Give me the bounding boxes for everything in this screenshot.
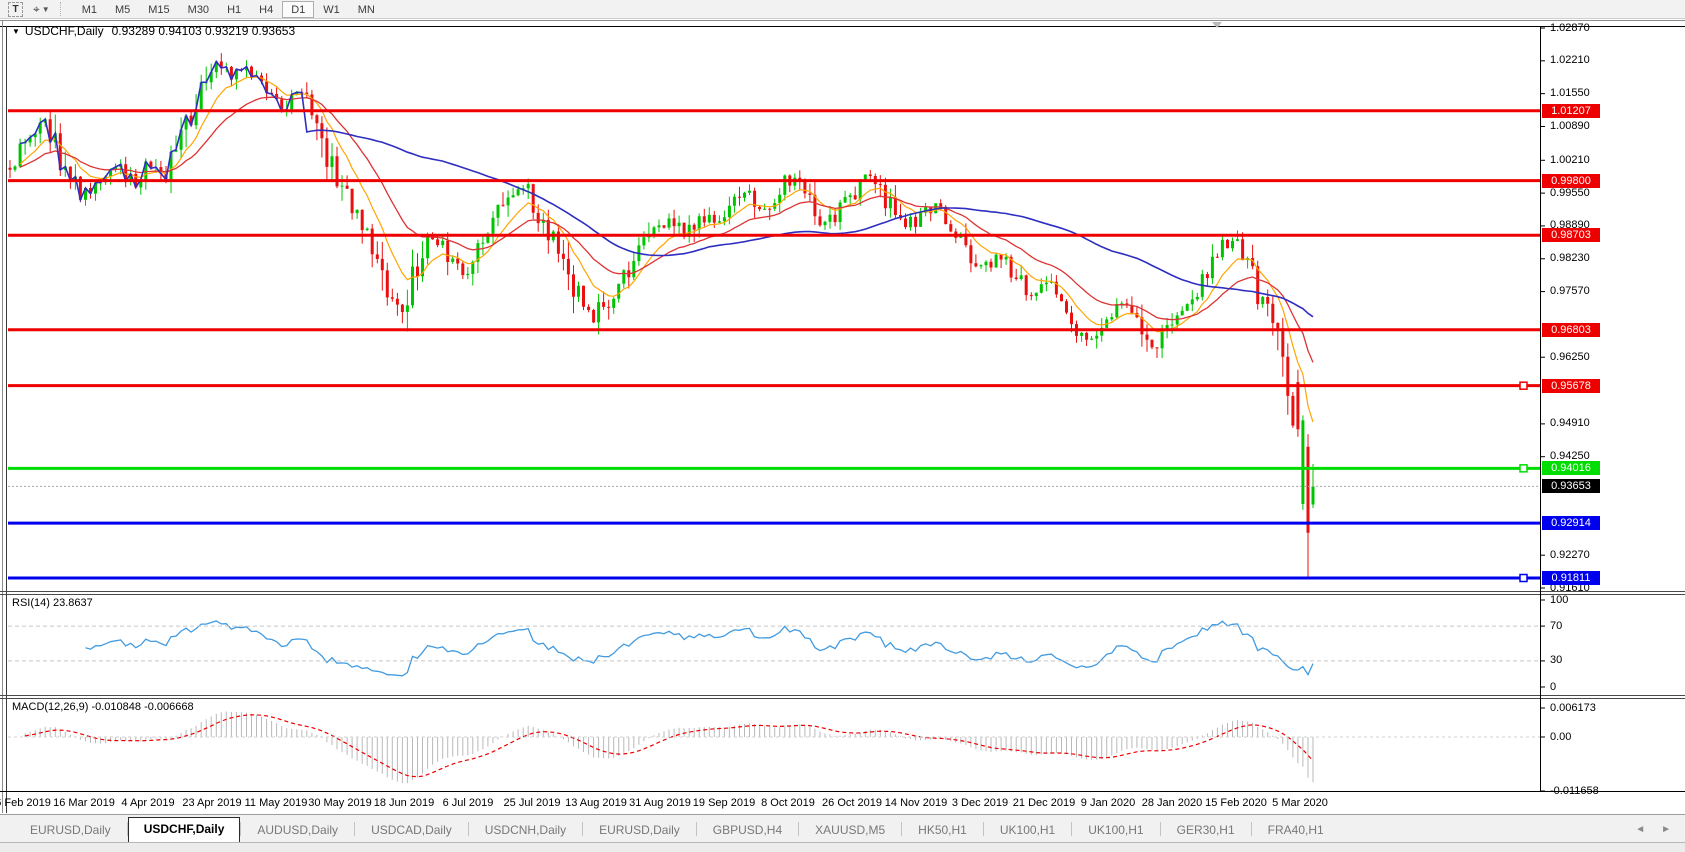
ma-fast-line — [20, 77, 1313, 422]
price-tick: 0.94910 — [1550, 417, 1640, 430]
date-label: 11 May 2019 — [245, 797, 308, 809]
price-tick: 1.00890 — [1550, 120, 1640, 133]
price-tick: 0.97570 — [1550, 285, 1640, 298]
date-label: 14 Nov 2019 — [885, 797, 947, 809]
rsi-label: RSI(14) 23.8637 — [12, 597, 93, 609]
date-label: 4 Apr 2019 — [121, 797, 174, 809]
date-label: 15 Feb 2020 — [1205, 797, 1267, 809]
date-label: 23 Apr 2019 — [182, 797, 241, 809]
date-label: 3 Dec 2019 — [952, 797, 1008, 809]
chart-shift-marker-icon[interactable] — [1212, 22, 1222, 28]
date-label: 31 Aug 2019 — [629, 797, 691, 809]
date-label: 19 Sep 2019 — [693, 797, 755, 809]
date-label: 21 Dec 2019 — [1013, 797, 1075, 809]
date-label: 13 Aug 2019 — [565, 797, 627, 809]
date-label: 6 Jul 2019 — [443, 797, 494, 809]
candles-up-wicks — [15, 60, 1313, 510]
rsi-line — [86, 621, 1314, 676]
rsi-pane — [86, 621, 1314, 676]
price-line-badge: 0.95678 — [1542, 379, 1600, 393]
price-line-badge: 0.98703 — [1542, 228, 1600, 242]
price-line-badge: 0.92914 — [1542, 516, 1600, 530]
price-line-badge: 1.01207 — [1542, 104, 1600, 118]
price-tick: 0.98230 — [1550, 252, 1640, 265]
candles-up — [14, 62, 1315, 505]
terminal-window: T ⌖ ▼ M1M5M15M30H1H4D1W1MN ▼USDCHF,Daily… — [0, 0, 1685, 852]
price-line-badge: 0.94016 — [1542, 461, 1600, 475]
rsi-tick: 30 — [1550, 654, 1640, 667]
price-tick: 0.96250 — [1550, 351, 1640, 364]
chart-symbol: USDCHF,Daily — [25, 24, 104, 38]
date-label: 5 Mar 2020 — [1272, 797, 1328, 809]
macd-pane — [25, 712, 1313, 784]
candles-down — [9, 62, 1310, 533]
macd-tick: -0.011658 — [1550, 785, 1640, 798]
macd-label: MACD(12,26,9) -0.010848 -0.006668 — [12, 701, 194, 713]
rsi-tick: 70 — [1550, 620, 1640, 633]
price-tick: 0.92270 — [1550, 549, 1640, 562]
chart-plot-area[interactable] — [0, 0, 1685, 852]
ma-slow-line — [20, 62, 1313, 317]
price-tick: 0.99550 — [1550, 187, 1640, 200]
date-label: 16 Mar 2019 — [53, 797, 115, 809]
date-label: 18 Jun 2019 — [374, 797, 435, 809]
date-label: 9 Jan 2020 — [1081, 797, 1135, 809]
candles-down-wicks — [10, 53, 1308, 578]
price-line-badge: 0.99800 — [1542, 174, 1600, 188]
chart-ohlc: 0.93289 0.94103 0.93219 0.93653 — [112, 24, 296, 38]
main-pane — [9, 53, 1315, 578]
macd-signal-line — [25, 715, 1313, 777]
chart-dropdown-icon[interactable]: ▼ — [12, 27, 20, 36]
price-tick: 1.02210 — [1550, 54, 1640, 67]
rsi-tick: 0 — [1550, 681, 1640, 694]
date-label: 8 Oct 2019 — [761, 797, 815, 809]
current-price-badge: 0.93653 — [1542, 479, 1600, 493]
date-label: 26 Feb 2019 — [0, 797, 51, 809]
macd-tick: 0.00 — [1550, 731, 1640, 744]
price-line-badge: 0.91811 — [1542, 571, 1600, 585]
line-handle-0.91811[interactable] — [1520, 575, 1527, 582]
rsi-tick: 100 — [1550, 594, 1640, 607]
date-label: 25 Jul 2019 — [504, 797, 561, 809]
macd-tick: 0.006173 — [1550, 702, 1640, 715]
price-tick: 1.00210 — [1550, 154, 1640, 167]
date-label: 28 Jan 2020 — [1142, 797, 1203, 809]
date-label: 30 May 2019 — [308, 797, 372, 809]
price-line-badge: 0.96803 — [1542, 323, 1600, 337]
date-label: 26 Oct 2019 — [822, 797, 882, 809]
price-tick: 1.02870 — [1550, 22, 1640, 35]
price-tick: 1.01550 — [1550, 87, 1640, 100]
line-handle-0.95678[interactable] — [1520, 382, 1527, 389]
ma-mid-line — [20, 97, 1313, 362]
line-handle-0.94016[interactable] — [1520, 465, 1527, 472]
chart-title: ▼ USDCHF,Daily 0.93289 0.94103 0.93219 0.9… — [12, 24, 295, 38]
